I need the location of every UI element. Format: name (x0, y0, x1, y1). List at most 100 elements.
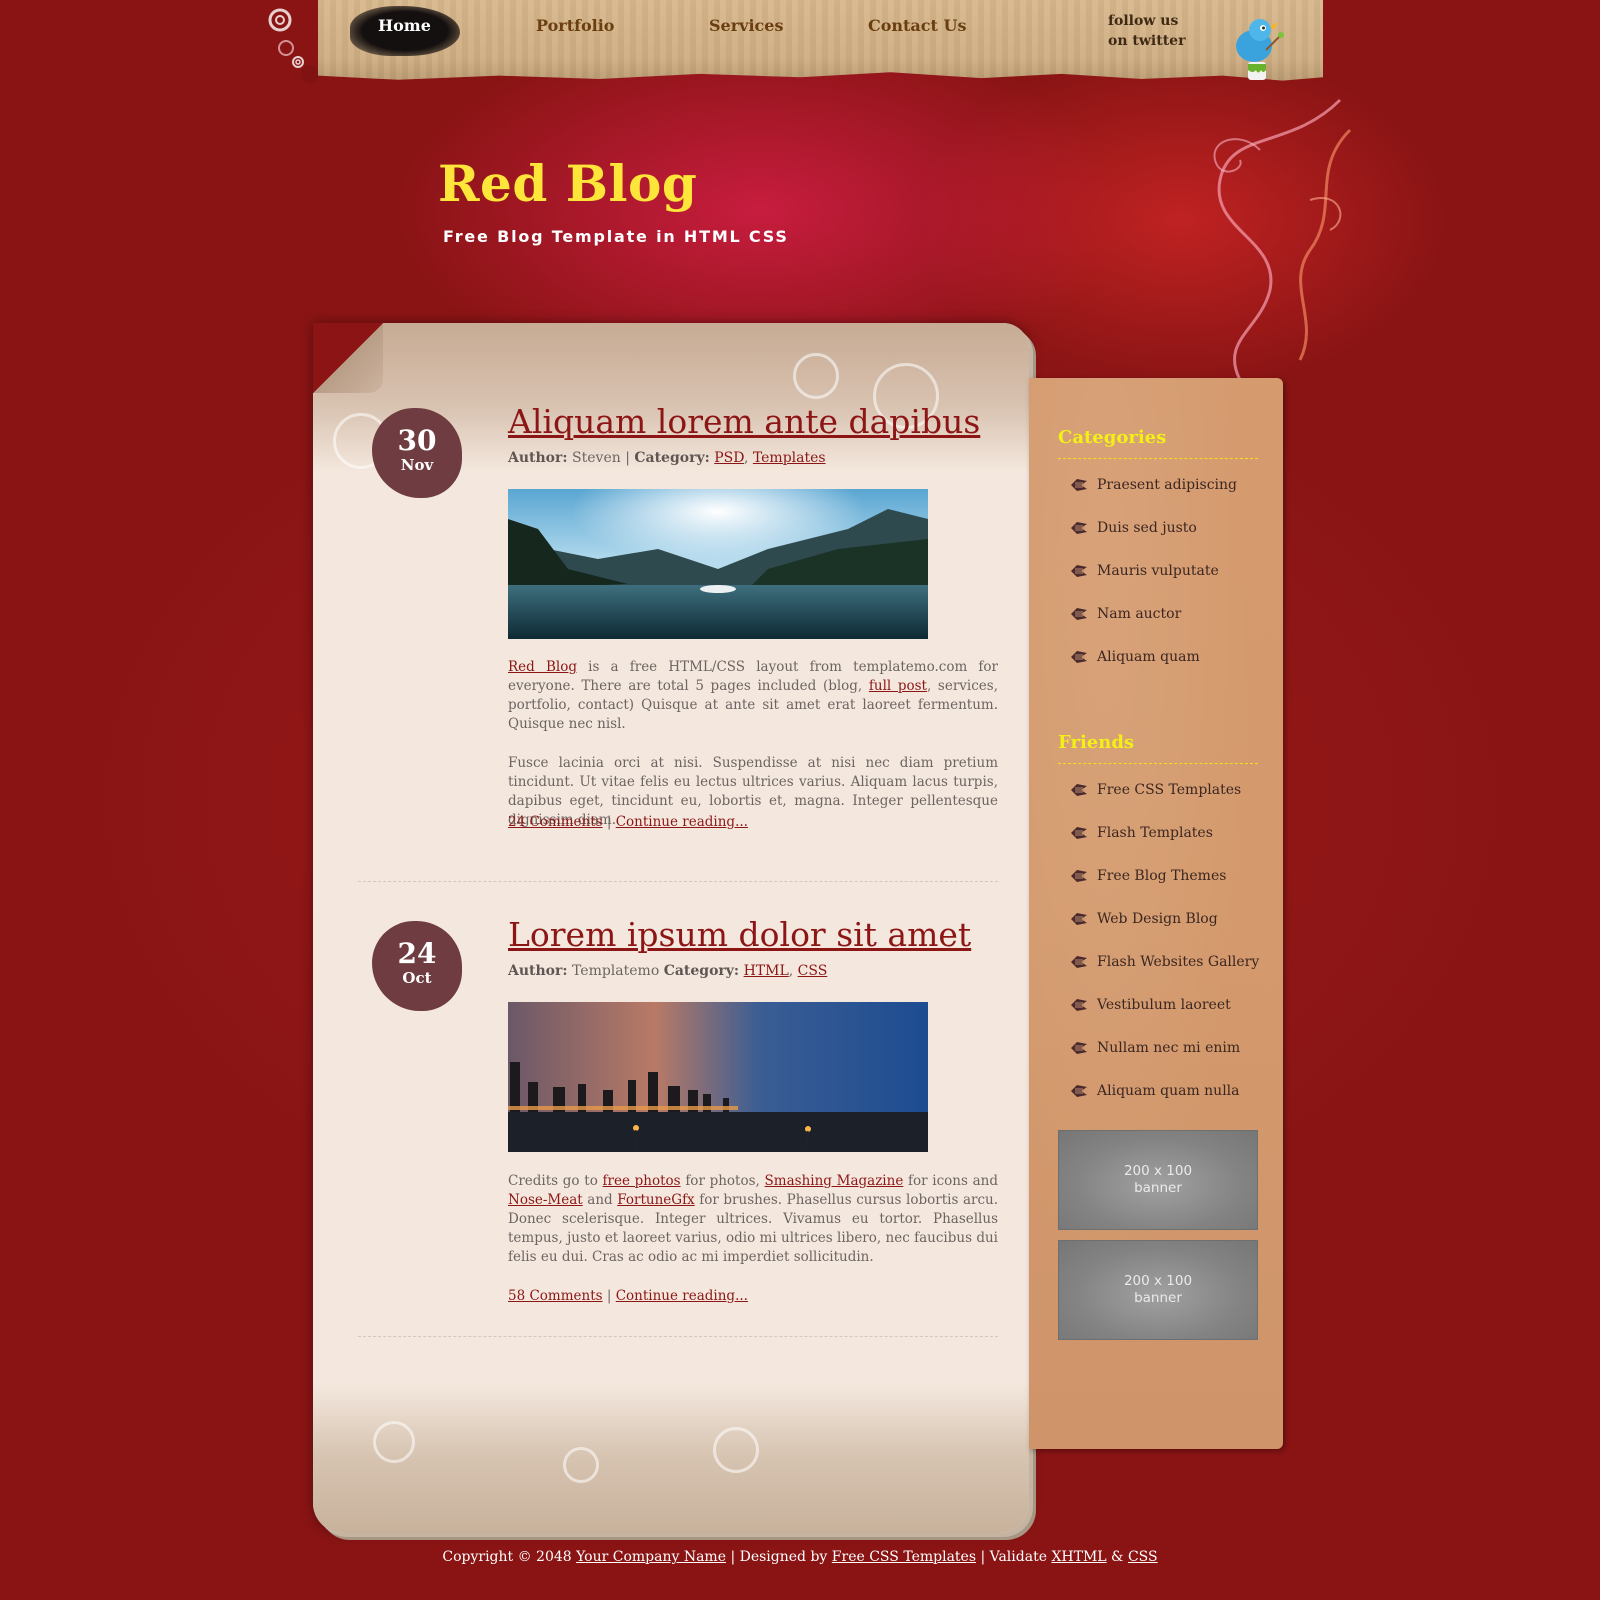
post-day: 24 (397, 937, 437, 970)
banner-label: banner (1134, 1180, 1182, 1196)
free-photos-link[interactable]: free photos (603, 1173, 681, 1189)
nav-contact-us[interactable]: Contact Us (868, 16, 966, 35)
css-link[interactable]: CSS (1128, 1549, 1158, 1565)
post-image (508, 1002, 928, 1152)
paper-bottom-decoration (313, 1383, 1029, 1533)
twitter-bird-icon[interactable] (1226, 10, 1286, 85)
category-link[interactable]: PSD (714, 450, 744, 466)
sidebar-link[interactable]: Aliquam quam nulla (1069, 1083, 1240, 1099)
categories-heading: Categories (1058, 427, 1167, 448)
sidebar-link-label: Free Blog Themes (1097, 868, 1227, 884)
sidebar-link[interactable]: Mauris vulputate (1069, 563, 1219, 579)
site-subtitle: Free Blog Template in HTML CSS (443, 227, 789, 246)
nav-portfolio[interactable]: Portfolio (536, 16, 614, 35)
post-title[interactable]: Aliquam lorem ante dapibus (508, 402, 980, 441)
banner-ad[interactable]: 200 x 100 banner (1058, 1130, 1258, 1230)
friends-heading: Friends (1058, 732, 1135, 753)
brush-bullet-icon (1071, 870, 1087, 882)
sidebar-link[interactable]: Nam auctor (1069, 606, 1181, 622)
nav-services[interactable]: Services (709, 16, 783, 35)
nav-home[interactable]: Home (378, 16, 431, 35)
full-post-link[interactable]: full post (869, 678, 927, 694)
sidebar: Categories Praesent adipiscing Duis sed j… (1029, 378, 1283, 1449)
brush-bullet-icon (1071, 1042, 1087, 1054)
sidebar-link-label: Aliquam quam (1097, 649, 1200, 665)
paragraph-text: and (582, 1192, 618, 1208)
decor-circle (713, 1427, 759, 1473)
category-label: Category: (663, 963, 740, 979)
post-title[interactable]: Lorem ipsum dolor sit amet (508, 915, 971, 954)
comments-link[interactable]: 58 Comments (508, 1288, 603, 1304)
sidebar-link-label: Aliquam quam nulla (1097, 1083, 1240, 1099)
banner-label: banner (1134, 1290, 1182, 1306)
post-day: 30 (397, 424, 437, 457)
author-name: Steven (572, 450, 621, 466)
post-paragraph: Credits go to free photos for photos, Sm… (508, 1172, 998, 1267)
post-paragraph: Red Blog is a free HTML/CSS layout from … (508, 658, 998, 734)
brush-bullet-icon (1071, 565, 1087, 577)
follow-twitter-link[interactable]: follow us on twitter (1108, 11, 1185, 51)
follow-twitter-line2: on twitter (1108, 33, 1186, 49)
banner-ad[interactable]: 200 x 100 banner (1058, 1240, 1258, 1340)
footer-text: & (1106, 1549, 1128, 1565)
sidebar-link-label: Flash Websites Gallery (1097, 954, 1260, 970)
category-link[interactable]: HTML (744, 963, 789, 979)
decorative-circles-icon (268, 8, 319, 83)
sidebar-link[interactable]: Vestibulum laoreet (1069, 997, 1231, 1013)
author-name: Templatemo (572, 963, 660, 979)
footer-text: | Validate (976, 1549, 1052, 1565)
company-link[interactable]: Your Company Name (576, 1549, 726, 1565)
brush-bullet-icon (1071, 784, 1087, 796)
post-meta: Author: Templatemo Category: HTML, CSS (508, 963, 828, 979)
banner-size: 200 x 100 (1123, 1273, 1193, 1289)
category-link[interactable]: Templates (753, 450, 826, 466)
decor-circle (793, 353, 839, 399)
heading-rule (1058, 763, 1258, 764)
sidebar-link[interactable]: Nullam nec mi enim (1069, 1040, 1240, 1056)
post-date-badge: 24 Oct (372, 921, 462, 1011)
continue-reading-link[interactable]: Continue reading... (616, 1288, 748, 1304)
designer-link[interactable]: Free CSS Templates (832, 1549, 976, 1565)
site-footer: Copyright © 2048 Your Company Name | Des… (0, 1549, 1600, 1565)
xhtml-link[interactable]: XHTML (1051, 1549, 1106, 1565)
sidebar-link[interactable]: Free Blog Themes (1069, 868, 1226, 884)
sidebar-link[interactable]: Duis sed justo (1069, 520, 1197, 536)
sidebar-link-label: Praesent adipiscing (1097, 477, 1238, 493)
sidebar-link[interactable]: Web Design Blog (1069, 911, 1218, 927)
post-divider (358, 1336, 998, 1337)
nose-meat-link[interactable]: Nose-Meat (508, 1192, 583, 1208)
sidebar-link-label: Mauris vulputate (1097, 563, 1219, 579)
sidebar-link[interactable]: Flash Websites Gallery (1069, 954, 1259, 970)
page-corner-fold (313, 323, 383, 393)
meta-separator: | (625, 450, 630, 466)
post-meta: Author: Steven | Category: PSD, Template… (508, 450, 826, 466)
author-label: Author: (508, 963, 568, 979)
sidebar-link-label: Flash Templates (1097, 825, 1213, 841)
sidebar-link[interactable]: Aliquam quam (1069, 649, 1200, 665)
paragraph-text: for icons and (903, 1173, 999, 1189)
red-blog-link[interactable]: Red Blog (508, 659, 577, 675)
sidebar-link-label: Web Design Blog (1097, 911, 1218, 927)
paragraph-text: Credits go to (508, 1173, 603, 1189)
comments-link[interactable]: 24 Comments (508, 814, 603, 830)
post-body: Credits go to free photos for photos, Sm… (508, 1172, 998, 1287)
banner-size: 200 x 100 (1123, 1163, 1193, 1179)
smashing-magazine-link[interactable]: Smashing Magazine (765, 1173, 904, 1189)
sidebar-link[interactable]: Free CSS Templates (1069, 782, 1241, 798)
brush-bullet-icon (1071, 956, 1087, 968)
sidebar-link[interactable]: Praesent adipiscing (1069, 477, 1237, 493)
sidebar-link-label: Vestibulum laoreet (1097, 997, 1231, 1013)
brush-bullet-icon (1071, 913, 1087, 925)
decor-circle (373, 1421, 415, 1463)
category-label: Category: (634, 450, 710, 466)
brush-bullet-icon (1071, 827, 1087, 839)
fortunegfx-link[interactable]: FortuneGfx (617, 1192, 694, 1208)
category-link[interactable]: CSS (798, 963, 828, 979)
follow-twitter-line1: follow us (1108, 13, 1179, 29)
city-skyline-image (508, 1002, 928, 1152)
continue-reading-link[interactable]: Continue reading... (616, 814, 748, 830)
copyright-text: Copyright © 2048 (442, 1549, 577, 1565)
sidebar-link[interactable]: Flash Templates (1069, 825, 1213, 841)
brush-bullet-icon (1071, 522, 1087, 534)
brush-bullet-icon (1071, 608, 1087, 620)
